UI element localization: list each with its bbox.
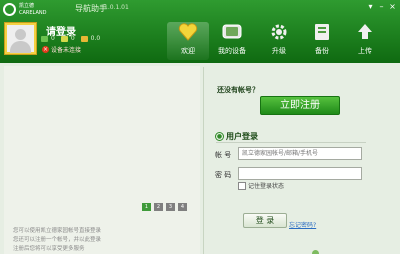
nav-upgrade[interactable]: 升级	[258, 22, 300, 60]
login-divider	[216, 142, 366, 143]
register-button[interactable]: 立即注册	[260, 96, 340, 115]
heart-icon	[178, 23, 198, 41]
forgot-password-link[interactable]: 忘记密码?	[289, 220, 316, 229]
upgrade-icon	[271, 24, 287, 40]
login-button[interactable]: 登 录	[243, 213, 287, 228]
nav-welcome-label: 欢迎	[181, 47, 195, 55]
avatar-head-icon	[15, 29, 26, 40]
user-stats: 0 0 0.0	[41, 34, 100, 43]
promo-line-1: 您可以使用凯立德家园帐号直接登录	[13, 228, 102, 234]
remember-login[interactable]: 记住登录状态	[238, 181, 284, 190]
nav-welcome[interactable]: 欢迎	[167, 22, 209, 60]
carousel-page-1[interactable]: 1	[142, 203, 151, 211]
promo-line-2: 您还可以注册一个帐号，并以此登录	[13, 237, 102, 243]
welcome-panel: 1 2 3 4 您可以使用凯立德家园帐号直接登录 您还可以注册一个帐号，并以此登…	[4, 66, 200, 254]
login-heading: ● 用户登录	[215, 131, 258, 142]
nav-backup-label: 备份	[315, 47, 329, 55]
nav-my-device[interactable]: 我的设备	[211, 22, 253, 60]
avatar[interactable]	[4, 22, 37, 55]
promo-text: 您可以使用凯立德家园帐号直接登录 您还可以注册一个帐号，并以此登录 注册后您将可…	[13, 227, 101, 254]
app-title: 导航助手	[75, 4, 107, 13]
account-label: 帐 号	[215, 151, 232, 159]
carousel-page-3[interactable]: 3	[166, 203, 175, 211]
carousel-page-2[interactable]: 2	[154, 203, 163, 211]
app-window: 凯立德 CARELAND 导航助手 1.0.1.01 ▾ – × 请登录 0 0…	[0, 0, 400, 254]
close-button[interactable]: ×	[388, 2, 397, 11]
no-account-prompt: 还没有帐号？	[217, 86, 259, 94]
login-heading-text: 用户登录	[226, 132, 258, 141]
user-icon: ●	[215, 132, 224, 141]
stat-level: 0	[51, 35, 55, 42]
login-panel: 还没有帐号？ 立即注册 ● 用户登录 帐 号 密 码 记住登录状态 登 录 忘记…	[206, 63, 400, 254]
backup-icon	[315, 24, 329, 40]
coins-icon	[80, 35, 88, 42]
minimize-button[interactable]: –	[377, 2, 386, 11]
logo-brand-en: CARELAND	[19, 10, 47, 16]
promo-line-3: 注册后您将可以享受更多服务	[13, 246, 85, 252]
app-version: 1.0.1.01	[104, 4, 129, 11]
nav-upgrade-label: 升级	[272, 47, 286, 55]
carousel-pager: 1 2 3 4	[142, 203, 187, 211]
avatar-body-icon	[10, 41, 31, 53]
points-icon	[60, 35, 68, 42]
password-label: 密 码	[215, 171, 232, 179]
skin-menu-icon[interactable]: ▾	[366, 2, 375, 11]
header-bar: 凯立德 CARELAND 导航助手 1.0.1.01 ▾ – × 请登录 0 0…	[0, 0, 400, 63]
level-icon	[41, 35, 48, 42]
remember-label: 记住登录状态	[248, 183, 285, 190]
app-logo: 凯立德 CARELAND	[3, 3, 47, 19]
main-content: 1 2 3 4 您可以使用凯立德家园帐号直接登录 您还可以注册一个帐号，并以此登…	[0, 63, 400, 254]
scroll-handle[interactable]	[312, 250, 319, 254]
stat-points: 0	[70, 35, 75, 42]
nav-my-device-label: 我的设备	[218, 47, 246, 55]
carousel-page-4[interactable]: 4	[178, 203, 187, 211]
stat-coins: 0.0	[90, 35, 101, 42]
logo-ring-icon	[3, 3, 16, 16]
upload-icon	[358, 24, 372, 39]
device-icon	[222, 24, 242, 39]
account-input[interactable]	[238, 147, 362, 160]
remember-checkbox[interactable]	[238, 181, 246, 190]
nav-upload-label: 上传	[358, 47, 372, 55]
password-input[interactable]	[238, 167, 362, 180]
device-status-text: 设备未连接	[51, 47, 82, 54]
nav-backup[interactable]: 备份	[301, 22, 343, 60]
logo-brand-cn: 凯立德	[19, 3, 35, 9]
device-status: × 设备未连接	[42, 45, 81, 54]
disconnected-icon: ×	[42, 46, 49, 53]
panel-divider	[203, 67, 204, 254]
nav-upload[interactable]: 上传	[344, 22, 386, 60]
